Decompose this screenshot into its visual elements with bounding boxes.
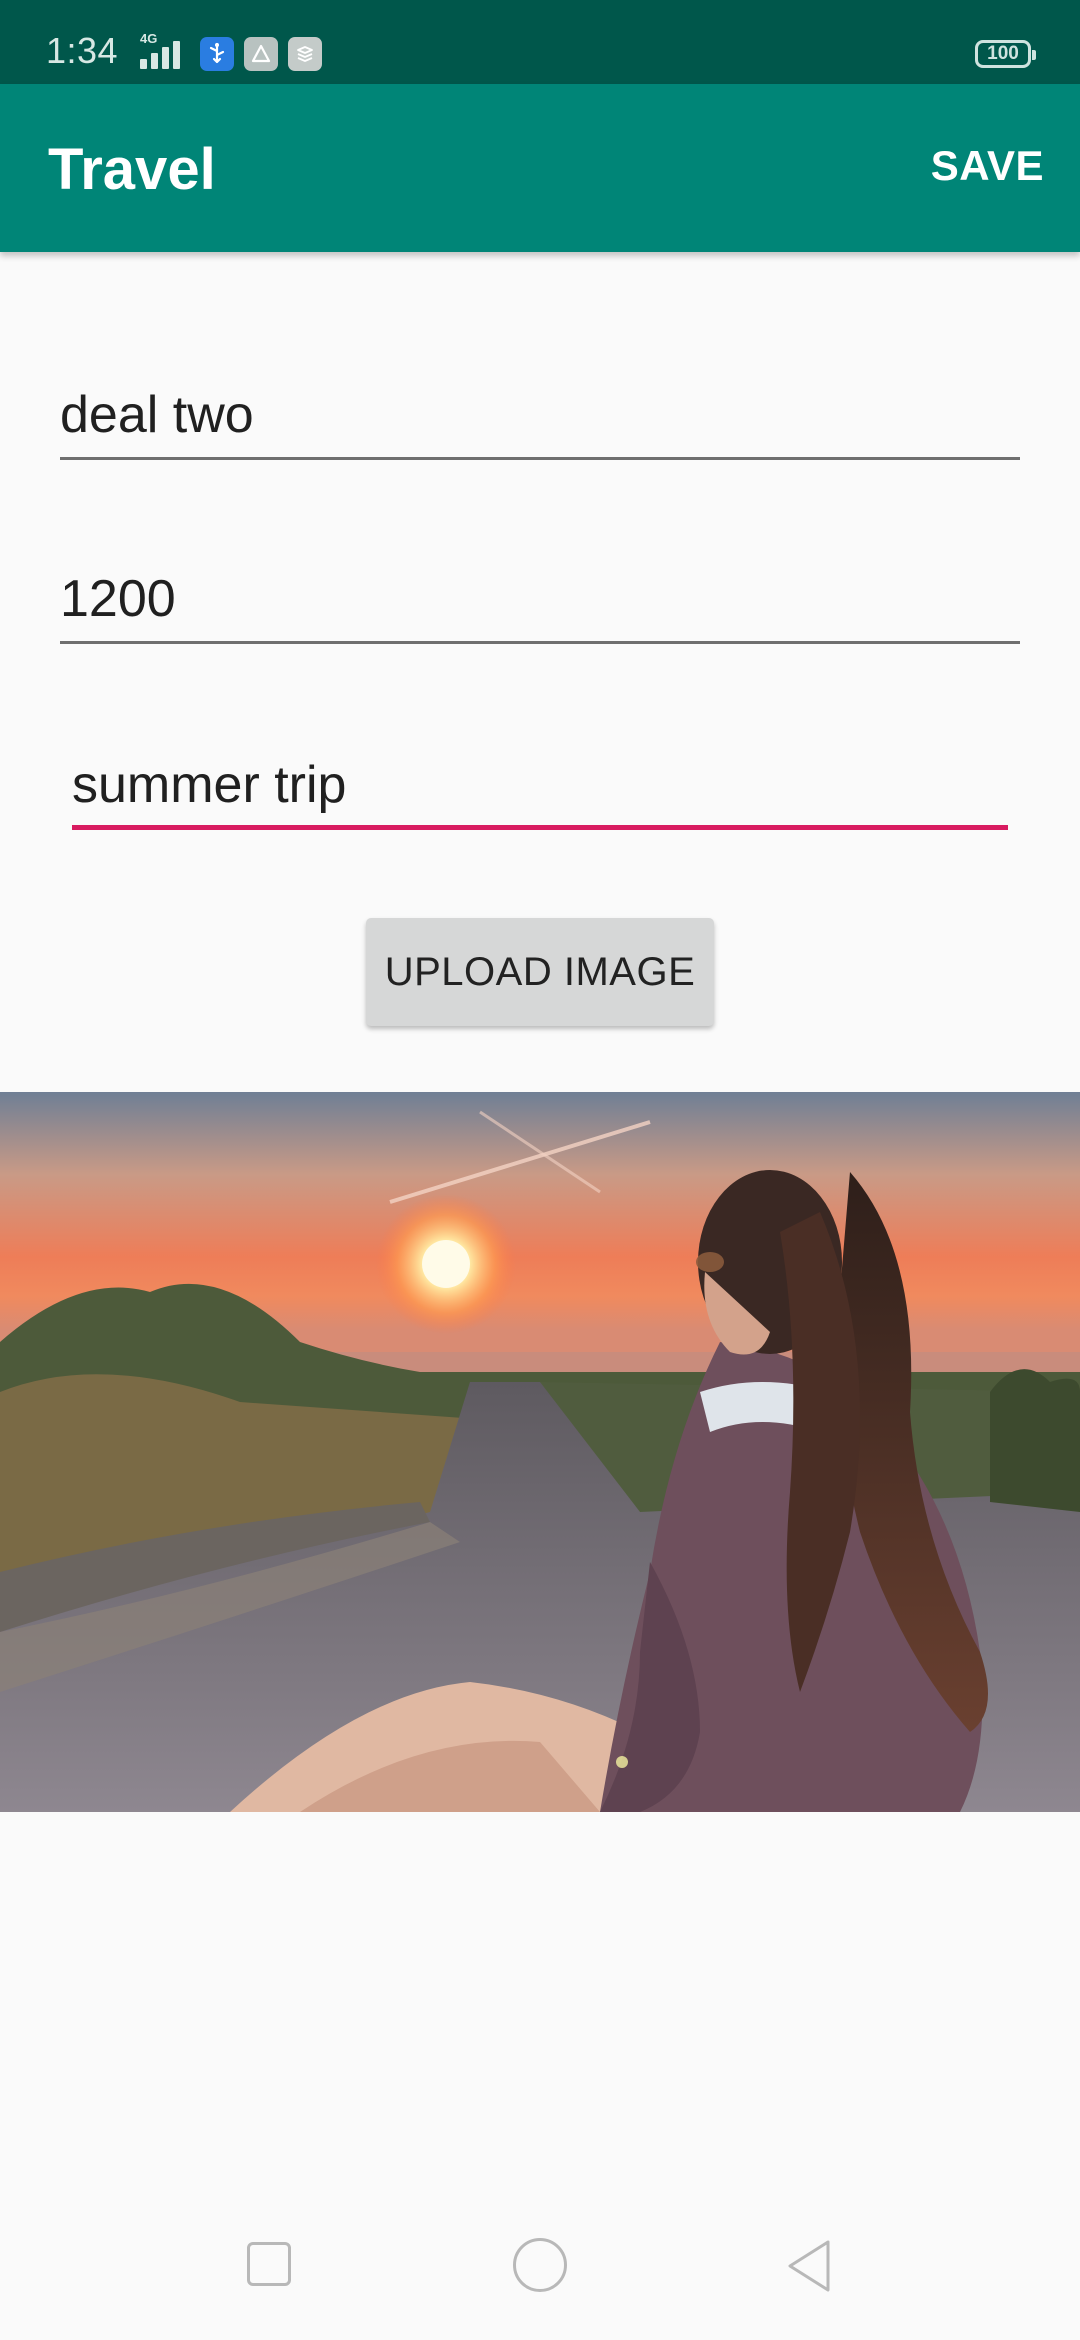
price-input[interactable] [60, 564, 1020, 634]
upload-image-button[interactable]: UPLOAD IMAGE [366, 918, 714, 1026]
screen: 1:34 4G 100 Travel SAVE deal two 1200 su… [0, 0, 1080, 2340]
usb-icon [200, 37, 234, 71]
layers-icon [288, 37, 322, 71]
deal-name-field[interactable] [60, 380, 1020, 460]
deal-name-underline [60, 457, 1020, 460]
network-type-label: 4G [140, 31, 158, 46]
battery-icon: 100 [975, 40, 1036, 68]
description-input[interactable] [72, 750, 1008, 820]
recent-apps-icon[interactable] [247, 2242, 291, 2286]
price-underline [60, 641, 1020, 644]
deal-name-input[interactable] [60, 380, 1020, 450]
app-bar: Travel SAVE [0, 84, 1080, 252]
description-underline-focused [72, 825, 1008, 830]
back-icon[interactable] [784, 2238, 834, 2294]
navigation-bar [0, 2200, 1080, 2340]
deal-image [0, 1092, 1080, 1812]
save-button[interactable]: SAVE [931, 142, 1044, 190]
status-icons: 4G [132, 31, 322, 72]
notification-app-icon [244, 37, 278, 71]
description-field[interactable] [72, 750, 1008, 830]
battery-level: 100 [987, 43, 1019, 64]
signal-icon: 4G [132, 31, 190, 71]
status-bar: 1:34 4G 100 [0, 0, 1080, 84]
page-title: Travel [48, 137, 216, 202]
home-icon[interactable] [513, 2238, 567, 2292]
price-field[interactable] [60, 564, 1020, 644]
status-time: 1:34 [46, 30, 119, 71]
